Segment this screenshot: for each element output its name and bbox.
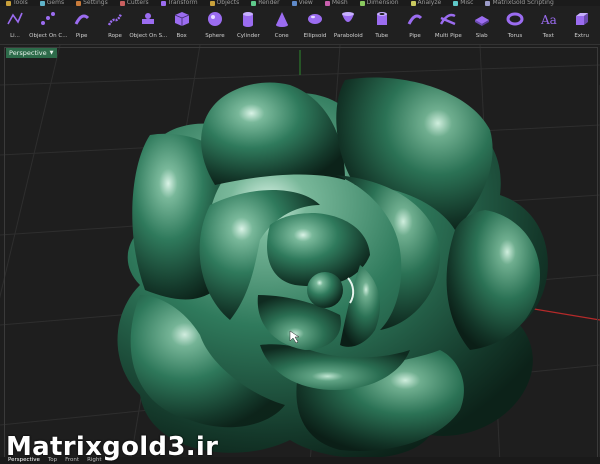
pipe-icon <box>73 10 91 28</box>
tool-object-on-s-button[interactable]: Object On S... <box>129 8 167 42</box>
tool-ellipsoid-button[interactable]: Ellipsoid <box>296 8 334 42</box>
tool-label: Pipe <box>75 33 88 39</box>
viewport-frame <box>4 47 598 460</box>
tool-label: Sphere <box>205 33 225 39</box>
ellipsoid-icon <box>306 10 324 28</box>
menu-tab-icon <box>410 0 416 6</box>
menu-tab-icon <box>76 0 82 6</box>
tool-label: Text <box>542 33 554 39</box>
polyline-icon <box>6 10 24 28</box>
chevron-down-icon[interactable]: ▼ <box>50 48 54 58</box>
viewport-label[interactable]: Perspective ▼ <box>6 48 57 58</box>
object-on-curve-icon <box>39 10 57 28</box>
tool-label: Torus <box>507 33 523 39</box>
menu-tab-icon <box>251 0 257 6</box>
cone-icon <box>273 10 291 28</box>
tool-label: Tube <box>375 33 389 39</box>
viewport-label-text: Perspective <box>9 49 47 57</box>
tool-label: Pipe <box>409 33 421 39</box>
tool-paraboloid-button[interactable]: Paraboloid <box>329 8 367 42</box>
box-icon <box>173 10 191 28</box>
tool-label: Li... <box>10 33 20 39</box>
tool-torus-button[interactable]: Torus <box>496 8 534 42</box>
toolbar: Li... Object On C... Pipe Rope Object On S..… <box>0 6 600 45</box>
menu-tab-icon <box>119 0 125 6</box>
menu-tab-icon <box>39 0 45 6</box>
rope-icon <box>106 10 124 28</box>
tool-cone-button[interactable]: Cone <box>263 8 301 42</box>
menu-tab-icon <box>485 0 491 6</box>
tool-sphere-button[interactable]: Sphere <box>196 8 234 42</box>
pipe-icon <box>406 10 424 28</box>
menu-tab-icon <box>359 0 365 6</box>
menu-tab-icon <box>453 0 459 6</box>
tool-extru-button[interactable]: Extru <box>563 8 600 42</box>
slab-icon <box>473 10 491 28</box>
tool-label: Object On S... <box>129 33 168 39</box>
tool-label: Extru <box>574 33 589 39</box>
menu-tab-icon <box>6 0 11 6</box>
tool-label: Paraboloid <box>333 33 363 39</box>
tool-pipe-button[interactable]: Pipe <box>396 8 434 42</box>
tool-rope-button[interactable]: Rope <box>96 8 134 42</box>
tool-tube-button[interactable]: Tube <box>363 8 401 42</box>
object-on-surface-icon <box>139 10 157 28</box>
svg-text:Aa: Aa <box>540 13 557 27</box>
extrude-icon <box>573 10 591 28</box>
watermark-text: Matrixgold3.ir <box>6 432 219 462</box>
menu-tab-icon <box>291 0 297 6</box>
tool-object-on-c-button[interactable]: Object On C... <box>29 8 67 42</box>
tool-slab-button[interactable]: Slab <box>463 8 501 42</box>
viewport[interactable]: Perspective ▼ Perspective Top Front Right + <box>0 45 600 464</box>
torus-icon <box>506 10 524 28</box>
tube-icon <box>373 10 391 28</box>
tool-box-button[interactable]: Box <box>163 8 201 42</box>
tool-text-button[interactable]: Aa Text <box>529 8 567 42</box>
menu-tab-icon <box>209 0 215 6</box>
tool-pipe-button[interactable]: Pipe <box>63 8 101 42</box>
tool-label: Multi Pipe <box>434 33 462 39</box>
multi-pipe-icon <box>439 10 457 28</box>
cylinder-icon <box>239 10 257 28</box>
tool-label: Slab <box>475 33 488 39</box>
tool-label: Rope <box>108 33 122 39</box>
menu-tab-icon <box>324 0 330 6</box>
paraboloid-icon <box>339 10 357 28</box>
tool-label: Box <box>176 33 187 39</box>
sphere-icon <box>206 10 224 28</box>
tool-multi-pipe-button[interactable]: Multi Pipe <box>429 8 467 42</box>
tool-label: Cylinder <box>236 33 260 39</box>
tool-label: Cone <box>274 33 289 39</box>
tool-cylinder-button[interactable]: Cylinder <box>229 8 267 42</box>
tool-label: Ellipsoid <box>303 33 327 39</box>
text-icon: Aa <box>539 10 557 28</box>
menu-tab-icon <box>160 0 166 6</box>
